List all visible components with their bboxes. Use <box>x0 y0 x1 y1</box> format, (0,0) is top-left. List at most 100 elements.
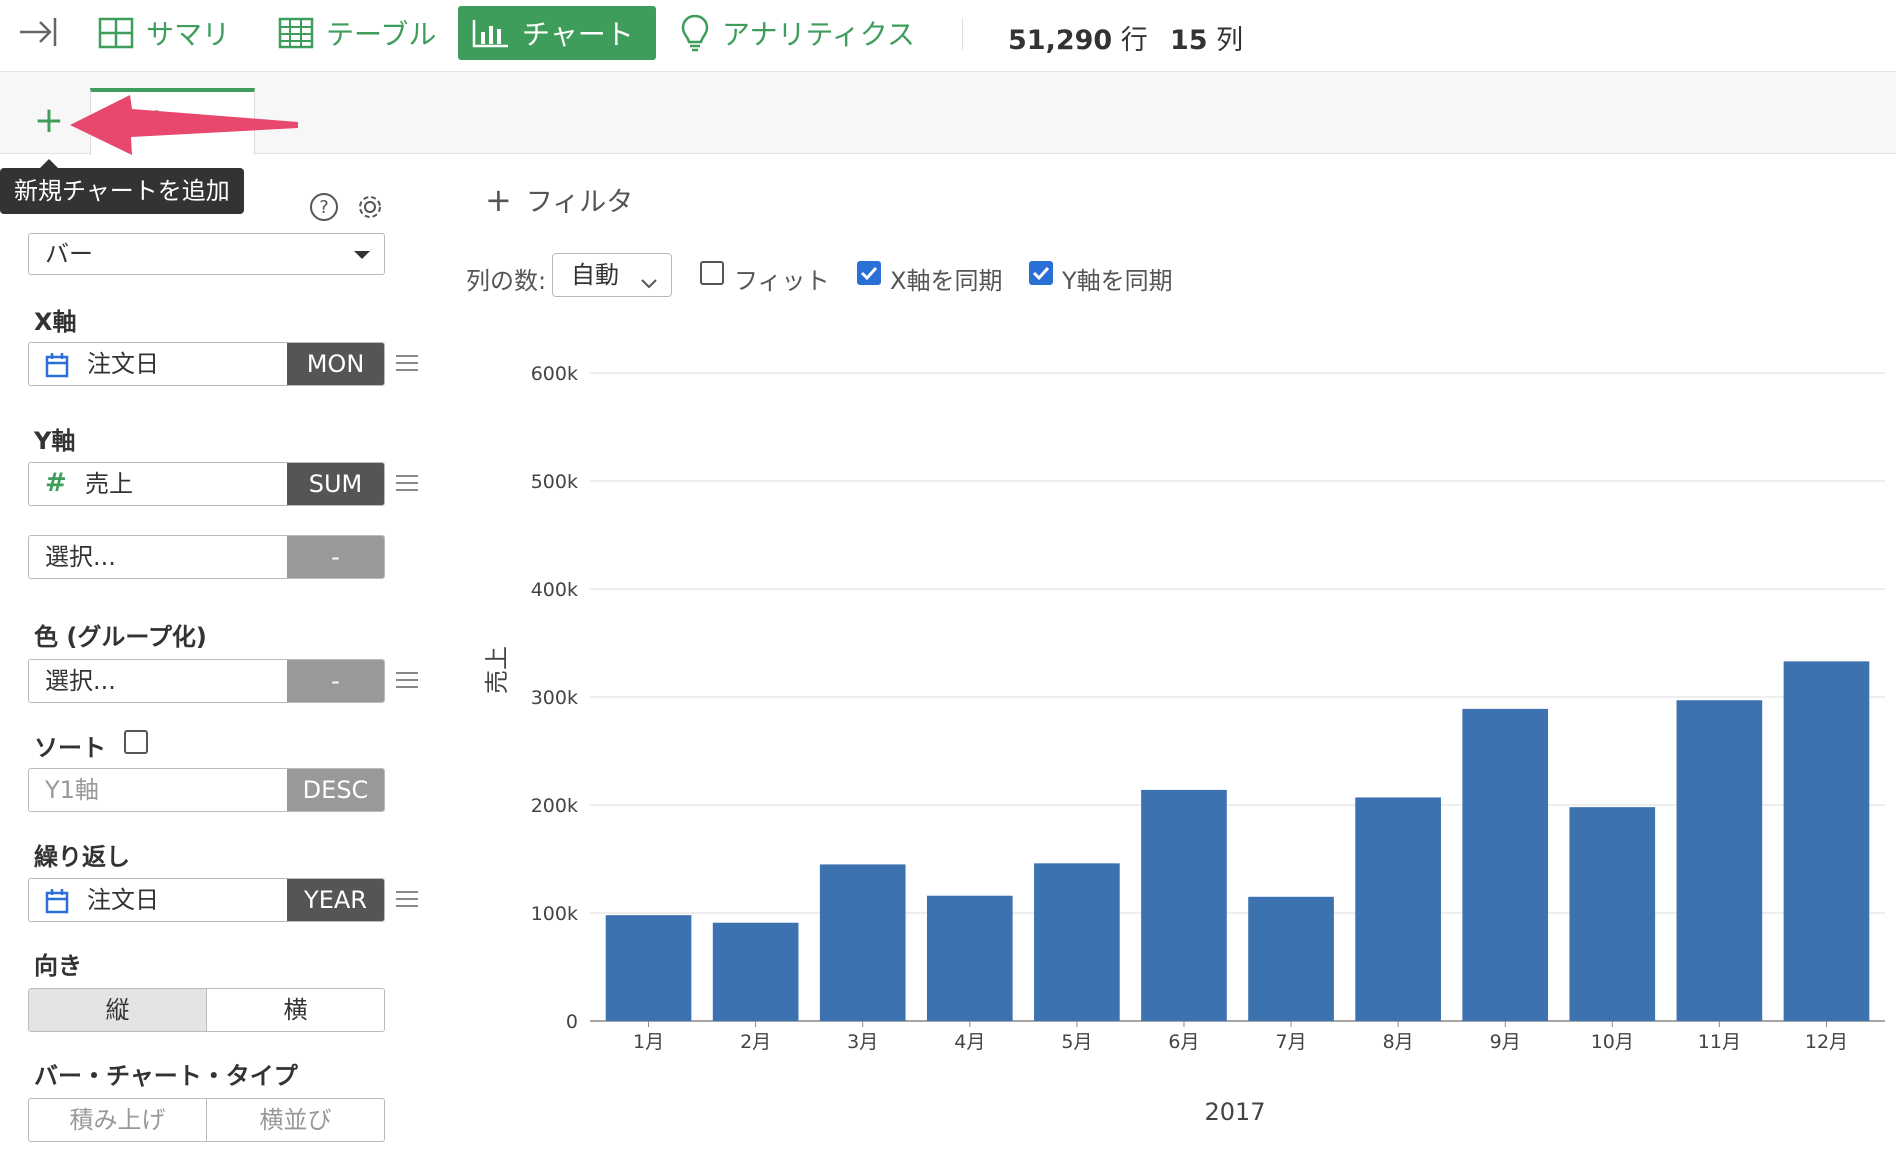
orientation-toggle: 縦 横 <box>28 988 385 1032</box>
column-count-label: 列の数: <box>466 267 547 295</box>
x-tick-label: 9月 <box>1490 1031 1521 1053</box>
orientation-vertical-button[interactable]: 縦 <box>29 989 206 1031</box>
plus-icon: + <box>485 181 512 219</box>
fit-checkbox[interactable] <box>700 261 724 285</box>
y-axis-menu-icon[interactable] <box>396 473 418 497</box>
y2-axis-field[interactable]: 選択... - <box>28 535 385 579</box>
y-tick-label: 400k <box>531 579 578 601</box>
y-tick-label: 100k <box>531 903 578 925</box>
repeat-field[interactable]: 注文日 YEAR <box>28 878 385 922</box>
x-tick-label: 8月 <box>1383 1031 1414 1053</box>
repeat-aggregation-button[interactable]: YEAR <box>287 879 384 921</box>
y-tick-label: 500k <box>531 471 578 493</box>
x-tick-label: 10月 <box>1591 1031 1634 1053</box>
help-icon[interactable]: ? <box>309 192 339 226</box>
y-axis-label: Y軸 <box>34 427 76 455</box>
sort-order-button[interactable]: DESC <box>287 769 384 811</box>
x-axis-title: 2017 <box>1204 1098 1265 1126</box>
y-axis-title: 売上 <box>483 646 511 694</box>
sort-checkbox[interactable] <box>124 730 148 754</box>
bar-chart-icon <box>472 18 510 48</box>
bar-5月 <box>1034 863 1120 1021</box>
x-tick-label: 7月 <box>1275 1031 1306 1053</box>
gear-icon[interactable] <box>355 192 385 226</box>
x-tick-labels: 1月 2月 3月 4月 5月 6月 7月 8月 9月 10月 11月 12月 <box>633 1021 1848 1053</box>
bar-2月 <box>712 922 799 1021</box>
orientation-horizontal-button[interactable]: 横 <box>206 989 384 1031</box>
nav-analytics[interactable]: アナリティクス <box>666 6 929 60</box>
y-tick-label: 0 <box>566 1011 578 1033</box>
sync-x-label: X軸を同期 <box>890 267 1003 295</box>
sort-field[interactable]: Y1軸 DESC <box>28 768 385 812</box>
sort-label: ソート <box>34 734 106 762</box>
stacked-button[interactable]: 積み上げ <box>29 1099 206 1141</box>
row-count: 51,290 行 <box>1008 25 1148 56</box>
color-menu-icon[interactable] <box>396 670 418 694</box>
column-count: 15 列 <box>1170 25 1244 56</box>
repeat-menu-icon[interactable] <box>396 889 418 913</box>
color-group-label: 色 (グループ化) <box>34 623 207 651</box>
sync-y-label: Y軸を同期 <box>1062 267 1173 295</box>
bar-1月 <box>605 915 692 1021</box>
y-tick-label: 600k <box>531 363 578 385</box>
bar-11月 <box>1676 700 1763 1021</box>
sync-x-checkbox[interactable] <box>857 261 881 285</box>
column-count-select[interactable]: 自動 <box>552 253 672 297</box>
x-tick-label: 2月 <box>740 1031 771 1053</box>
y2-aggregation-button[interactable]: - <box>287 536 384 578</box>
repeat-label: 繰り返し <box>34 843 130 871</box>
y-axis-field[interactable]: # 売上 SUM <box>28 462 385 506</box>
toolbar-divider <box>962 18 963 50</box>
number-hash-icon: # <box>45 468 67 498</box>
x-tick-label: 11月 <box>1698 1031 1741 1053</box>
x-axis-field[interactable]: 注文日 MON <box>28 342 385 386</box>
sync-y-checkbox[interactable] <box>1029 261 1053 285</box>
annotation-arrow <box>70 95 298 155</box>
bar-chart-type-toggle: 積み上げ 横並び <box>28 1098 385 1142</box>
svg-text:?: ? <box>319 197 329 218</box>
add-chart-tooltip: 新規チャートを追加 <box>0 159 244 214</box>
chevron-down-icon <box>639 264 659 306</box>
y-aggregation-button[interactable]: SUM <box>287 463 384 505</box>
bar-10月 <box>1569 807 1656 1021</box>
calendar-icon <box>45 352 69 382</box>
sales-bar-chart: 0 100k 200k 300k 400k 500k 600k 1月 2月 3月 4月 5月 6月 7月… <box>483 363 1885 1126</box>
nav-summary[interactable]: サマリ <box>84 6 244 60</box>
y-tick-label: 200k <box>531 795 578 817</box>
bar-chart-type-label: バー・チャート・タイプ <box>34 1062 298 1090</box>
calendar-icon <box>45 888 69 918</box>
add-chart-button[interactable]: + <box>30 102 68 140</box>
nav-table[interactable]: テーブル <box>264 6 450 60</box>
color-field[interactable]: 選択... - <box>28 659 385 703</box>
bar-7月 <box>1248 896 1334 1021</box>
add-filter-button[interactable]: + フィルタ <box>485 180 633 219</box>
top-toolbar: サマリ テーブル チャート アナリティクス 51,290 行 15 列 <box>0 0 1896 72</box>
side-by-side-button[interactable]: 横並び <box>206 1099 384 1141</box>
x-axis-label: X軸 <box>34 308 77 336</box>
chart-type-select[interactable]: バー <box>28 233 385 275</box>
table-icon <box>278 17 314 49</box>
bar-9月 <box>1462 708 1549 1021</box>
x-tick-label: 6月 <box>1168 1031 1199 1053</box>
x-axis-menu-icon[interactable] <box>396 353 418 377</box>
x-tick-label: 5月 <box>1061 1031 1092 1053</box>
chevron-down-icon <box>354 251 370 259</box>
orientation-label: 向き <box>34 952 82 980</box>
bar-3月 <box>819 864 906 1021</box>
x-aggregation-button[interactable]: MON <box>287 343 384 385</box>
lightbulb-icon <box>680 14 710 52</box>
fit-label: フィット <box>734 267 830 295</box>
bar-4月 <box>926 895 1013 1021</box>
chart-bars <box>605 661 1870 1021</box>
color-aggregation-button[interactable]: - <box>287 660 384 702</box>
x-tick-label: 3月 <box>847 1031 878 1053</box>
summary-grid-icon <box>98 17 134 49</box>
bar-8月 <box>1355 797 1441 1021</box>
y-tick-label: 300k <box>531 687 578 709</box>
bar-12月 <box>1783 661 1870 1021</box>
y-tick-labels: 0 100k 200k 300k 400k 500k 600k <box>531 363 578 1033</box>
x-tick-label: 12月 <box>1805 1031 1848 1053</box>
x-tick-label: 4月 <box>954 1031 985 1053</box>
collapse-sidebar-icon[interactable] <box>18 14 58 50</box>
nav-chart[interactable]: チャート <box>458 6 656 60</box>
